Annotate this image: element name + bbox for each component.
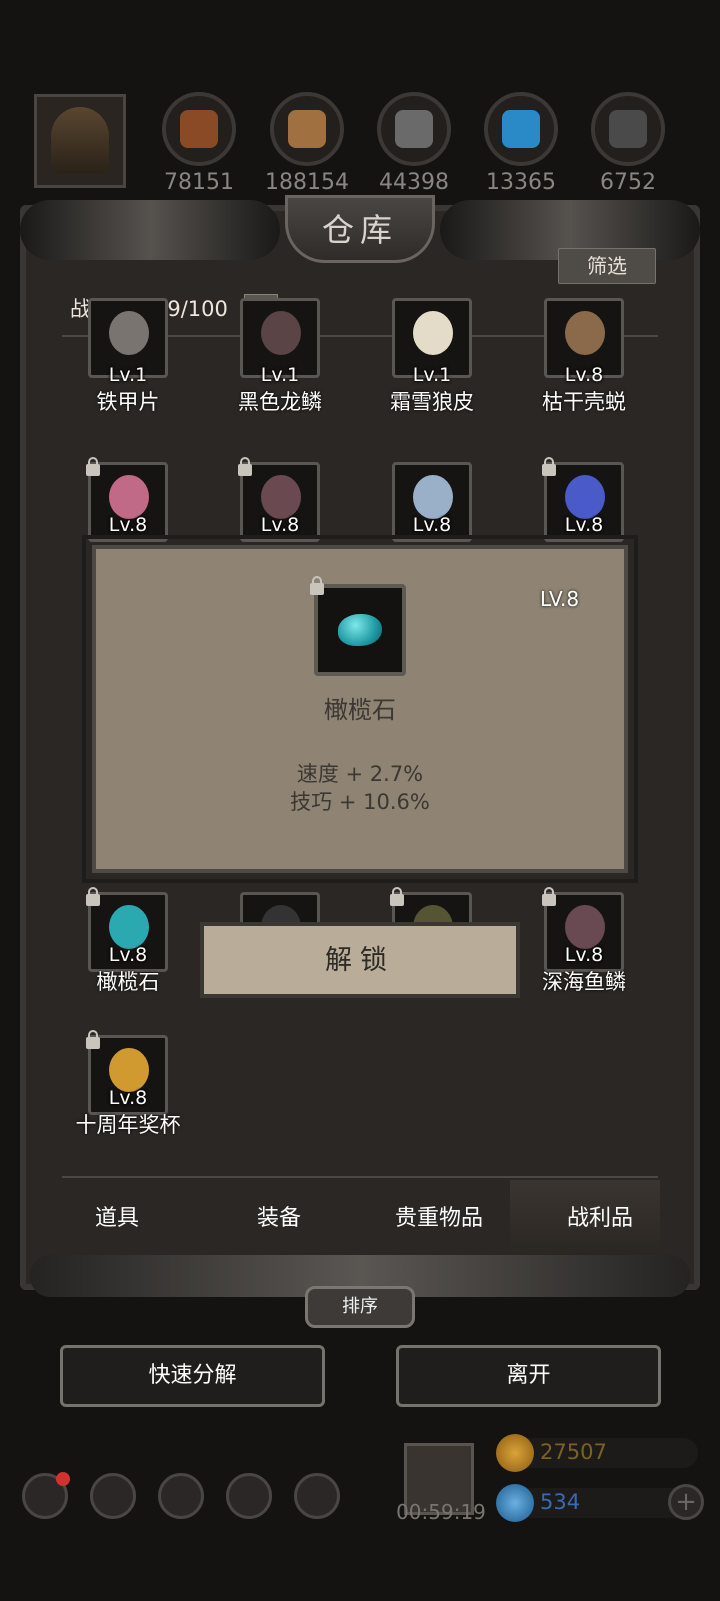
item-stat-speed: 速度 + 2.7% [296,762,424,786]
gem-amount: 534 [540,1490,581,1514]
item-name: 枯干壳蜕 [542,390,626,414]
item-name: 铁甲片 [96,390,160,414]
item-stat-skill: 技巧 + 10.6% [290,790,430,814]
wood-log-icon [162,92,236,166]
tab-loot[interactable]: 战利品 [525,1200,675,1232]
item-name: 霜雪狼皮 [390,390,474,414]
lock-icon [86,887,100,906]
mail-icon[interactable] [226,1473,272,1519]
item-level: Lv.8 [564,514,604,536]
gold-coin-icon [496,1434,534,1472]
item-level: Lv.8 [108,944,148,966]
item-level: LV.8 [540,587,580,611]
gem-icon [496,1484,534,1522]
lock-icon [390,887,404,906]
lock-icon [310,576,324,595]
gate-icon[interactable] [158,1473,204,1519]
item-name: 黑色龙鳞 [238,390,322,414]
player-portrait[interactable] [34,94,126,188]
divider [62,1176,658,1178]
resource-count: 78151 [164,170,234,195]
resource-count: 13365 [486,170,556,195]
lock-icon [86,1030,100,1049]
page-title: 仓库 [321,211,398,249]
leave-button[interactable]: 离开 [396,1345,661,1407]
resource-count: 188154 [265,170,349,195]
lock-icon [542,887,556,906]
scale-icon [261,475,301,519]
star-icon[interactable] [90,1473,136,1519]
olivine-icon [314,584,406,676]
quick-decompose-button[interactable]: 快速分解 [60,1345,325,1407]
item-level: Lv.8 [564,944,604,966]
item-level: Lv.8 [564,364,604,386]
plank-icon [270,92,344,166]
olivine-icon [109,905,149,949]
unlock-button[interactable]: 解锁 [200,922,520,998]
lock-icon [86,457,100,476]
husk-icon [565,311,605,355]
dragon-scale-icon [261,311,301,355]
item-level: Lv.8 [108,1087,148,1109]
tab-items[interactable]: 道具 [42,1200,192,1232]
trophy-icon [109,1048,149,1092]
item-name: 橄榄石 [324,696,396,724]
item-name: 橄榄石 [96,970,160,994]
item-level: Lv.8 [412,514,452,536]
gold-amount: 27507 [540,1440,607,1464]
fish-scale-icon [565,905,605,949]
iron-plate-icon [109,311,149,355]
item-level: Lv.1 [260,364,300,386]
crystal-icon [484,92,558,166]
emblem-icon [413,475,453,519]
item-level: Lv.1 [412,364,452,386]
filter-button[interactable]: 筛选 [558,248,656,284]
item-level: Lv.1 [108,364,148,386]
ore-icon [591,92,665,166]
lock-icon [238,457,252,476]
pink-shell-icon [109,475,149,519]
notification-dot [56,1472,70,1486]
item-name: 十周年奖杯 [75,1113,181,1137]
iron-ingot-icon [377,92,451,166]
tab-equipment[interactable]: 装备 [204,1200,354,1232]
wolf-pelt-icon [413,311,453,355]
necklace-icon [565,475,605,519]
item-name: 深海鱼鳞 [542,970,626,994]
item-level: Lv.8 [108,514,148,536]
resource-count: 6752 [600,170,656,195]
sort-button[interactable]: 排序 [305,1286,415,1328]
item-level: Lv.8 [260,514,300,536]
lock-icon [542,457,556,476]
resource-count: 44398 [379,170,449,195]
banner-left-wing [20,200,280,260]
map-icon[interactable] [294,1473,340,1519]
gift-timer: 00:59:19 [396,1500,486,1524]
tab-valuables[interactable]: 贵重物品 [364,1200,514,1232]
add-currency-button[interactable]: + [668,1484,704,1520]
